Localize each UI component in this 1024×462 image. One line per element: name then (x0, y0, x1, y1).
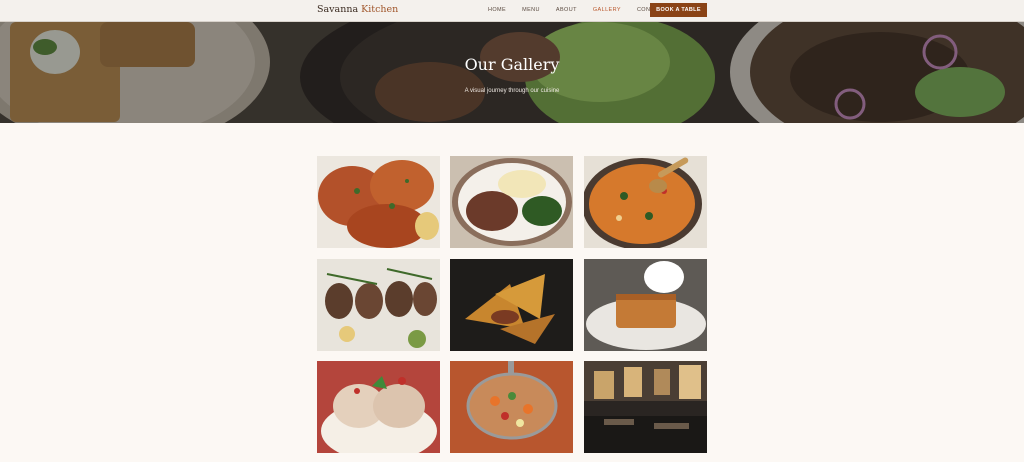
cake-with-cream-photo (584, 259, 707, 351)
nav-link-home[interactable]: HOME (488, 7, 506, 13)
vegetable-soup-ladle-photo (450, 361, 573, 453)
curry-stew-pot-photo (584, 156, 707, 248)
ice-cream-mint-photo (317, 361, 440, 453)
nav-link-gallery[interactable]: GALLERY (593, 7, 621, 13)
gallery-item-lamb-chops[interactable] (317, 259, 440, 351)
gallery-item-cake-cream[interactable] (584, 259, 707, 351)
gallery-item-grilled-chicken[interactable] (317, 156, 440, 248)
nav-link-menu[interactable]: MENU (522, 7, 540, 13)
fried-turnovers-photo (450, 259, 573, 351)
gallery-item-shredded-beef[interactable] (450, 156, 573, 248)
page-title: Our Gallery (464, 55, 560, 74)
gallery-item-vegetable-soup[interactable] (450, 361, 573, 453)
grilled-chicken-photo (317, 156, 440, 248)
lamb-chops-herbs-photo (317, 259, 440, 351)
page-subtitle: A visual journey through our cuisine (464, 88, 560, 94)
gallery-item-ice-cream[interactable] (317, 361, 440, 453)
gallery-item-fried-turnovers[interactable] (450, 259, 573, 351)
gallery-item-restaurant-interior[interactable] (584, 361, 707, 453)
nav-link-about[interactable]: ABOUT (556, 7, 577, 13)
brand-name: Savanna (317, 4, 359, 15)
top-navigation: Savanna Kitchen HOME MENU ABOUT GALLERY … (0, 0, 1024, 22)
book-table-button[interactable]: BOOK A TABLE (650, 3, 707, 17)
restaurant-interior-photo (584, 361, 707, 453)
gallery-item-curry-stew[interactable] (584, 156, 707, 248)
hero-banner: Our Gallery A visual journey through our… (0, 22, 1024, 123)
brand-logo[interactable]: Savanna Kitchen (317, 4, 398, 15)
shredded-beef-mash-greens-photo (450, 156, 573, 248)
brand-name-accent: Kitchen (361, 4, 399, 15)
